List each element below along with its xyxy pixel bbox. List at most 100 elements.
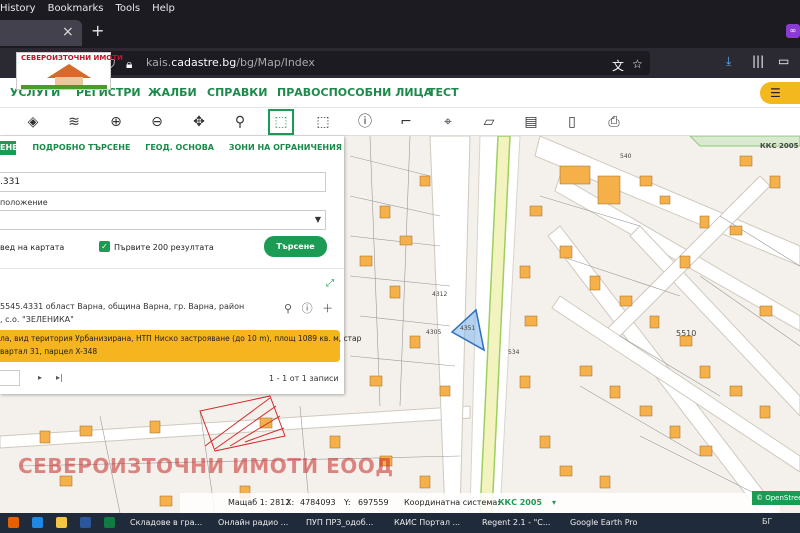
- logo-text: СЕВЕРОИЗТОЧНИ ИМОТИ: [21, 54, 123, 62]
- page-size-select[interactable]: [0, 370, 20, 386]
- folder-icon[interactable]: [56, 517, 67, 528]
- result-details-line-2: вартал 31, парцел X-348: [0, 347, 98, 356]
- zoom-out-icon[interactable]: ⊖: [146, 111, 168, 133]
- edge-icon[interactable]: [32, 517, 43, 528]
- hamburger-menu-button[interactable]: ☰: [760, 82, 800, 104]
- menu-tools[interactable]: Tools: [115, 3, 140, 14]
- map-label-4351: 4351: [460, 325, 475, 332]
- excel-icon[interactable]: [104, 517, 115, 528]
- menu-help[interactable]: Help: [152, 3, 175, 14]
- result-details-row[interactable]: ла, вид територия Урбанизирана, НТП Ниск…: [0, 330, 361, 362]
- map-view-checkbox-label[interactable]: вед на картата: [0, 243, 64, 252]
- map-label-kks: ККС 2005: [760, 142, 799, 150]
- marker-icon[interactable]: ⚲: [229, 111, 251, 133]
- nav-test[interactable]: ТЕСТ: [428, 86, 459, 99]
- search-button[interactable]: Търсене: [264, 236, 327, 257]
- crs-chevron-icon[interactable]: ▾: [552, 498, 556, 507]
- result-details-line-1: ла, вид територия Урбанизирана, НТП Ниск…: [0, 334, 362, 343]
- taskbar-app-3[interactable]: ПУП ПРЗ_одоб...: [306, 515, 373, 531]
- location-select[interactable]: ▼: [0, 210, 326, 230]
- result-line-1: 5545.4331 област Варна, община Варна, гр…: [0, 302, 245, 311]
- records-count: 1 - 1 от 1 записи: [269, 374, 339, 383]
- url-bar[interactable]: ⛉ 🔒︎ kais.cadastre.bg/bg/Map/Index 文 ☆: [100, 51, 650, 75]
- taskbar-app-5[interactable]: Regent 2.1 - "С...: [482, 515, 550, 531]
- result-actions: ⚲ ⓘ ＋: [284, 300, 333, 316]
- last-page-icon[interactable]: ▸|: [56, 373, 63, 382]
- tab-strip: × + ∞: [0, 16, 800, 48]
- deselect-icon[interactable]: ⬚: [312, 111, 334, 133]
- nav-pravosposobni[interactable]: ПРАВОСПОСОБНИ ЛИЦА: [277, 86, 432, 99]
- document-icon[interactable]: ▯: [561, 111, 583, 133]
- zoom-in-icon[interactable]: ⊕: [105, 111, 127, 133]
- tab-close-icon[interactable]: ×: [62, 24, 74, 40]
- result-line-2: , с.о. "ЗЕЛЕНИКА": [0, 315, 74, 324]
- dropdown-arrow-icon: ▼: [314, 215, 321, 224]
- map-label-5510: 5510: [676, 329, 696, 338]
- word-icon[interactable]: [80, 517, 91, 528]
- layers-icon[interactable]: ◈: [22, 111, 44, 133]
- nav-spravki[interactable]: СПРАВКИ: [207, 86, 267, 99]
- logo-grass: [21, 85, 107, 89]
- map-label-534: 534: [508, 349, 520, 356]
- x-value: 4784093: [300, 498, 336, 507]
- add-icon[interactable]: ＋: [322, 302, 333, 315]
- zoom-to-icon[interactable]: ⚲: [284, 302, 292, 315]
- lock-icon[interactable]: 🔒︎: [126, 57, 132, 72]
- hamburger-icon: ☰: [770, 86, 781, 100]
- taskbar-app-4[interactable]: КАИС Портал ...: [394, 515, 460, 531]
- map-label-4312: 4312: [432, 291, 447, 298]
- star-icon[interactable]: ☆: [632, 57, 643, 71]
- new-tab-button[interactable]: +: [91, 21, 104, 40]
- map-label-540: 540: [620, 153, 632, 160]
- crs-label: Координатна система:: [404, 498, 500, 507]
- next-page-icon[interactable]: ▸: [38, 373, 42, 382]
- library-icon[interactable]: |||: [752, 54, 764, 68]
- first-200-label: Първите 200 резултата: [114, 243, 214, 252]
- navigation-bar: ⛉ 🔒︎ kais.cadastre.bg/bg/Map/Index 文 ☆ ⤓…: [0, 48, 800, 78]
- crs-select[interactable]: ККС 2005: [498, 498, 542, 507]
- panel-divider: [0, 268, 344, 269]
- taskbar-app-1[interactable]: Складове в гра...: [130, 515, 202, 531]
- select-rect-icon[interactable]: ⬚: [268, 109, 294, 135]
- extension-icon[interactable]: ∞: [786, 24, 800, 38]
- tab-restriction-zones[interactable]: ЗОНИ НА ОГРАНИЧЕНИЯ: [229, 143, 342, 152]
- tab-search[interactable]: ЕНЕ: [0, 143, 18, 152]
- taskbar-app-6[interactable]: Google Earth Pro: [570, 515, 637, 531]
- stack-icon[interactable]: ≋: [63, 111, 85, 133]
- menu-history[interactable]: History: [0, 3, 36, 14]
- x-label: X:: [286, 498, 295, 507]
- firefox-icon[interactable]: [8, 517, 19, 528]
- menu-bookmarks[interactable]: Bookmarks: [48, 3, 104, 14]
- map-status-bar: Мащаб 1: 2812 X: 4784093 Y: 697559 Коорд…: [180, 493, 780, 513]
- url-text: kais.cadastre.bg/bg/Map/Index: [146, 56, 315, 69]
- y-value: 697559: [358, 498, 389, 507]
- language-indicator[interactable]: БГ: [762, 517, 772, 526]
- info-icon[interactable]: ⓘ: [354, 111, 376, 133]
- expand-icon[interactable]: ⤢: [326, 278, 334, 289]
- tab-geodetic-base[interactable]: ГЕОД. ОСНОВА: [145, 143, 214, 152]
- watermark-text: СЕВЕРОИЗТОЧНИ ИМОТИ ЕООД: [18, 454, 394, 478]
- windows-taskbar: Складове в гра... Онлайн радио ... ПУП П…: [0, 513, 800, 533]
- map-icon[interactable]: ▤: [520, 111, 542, 133]
- print-icon[interactable]: ⎙: [603, 111, 625, 133]
- download-icon[interactable]: ⤓: [726, 54, 731, 69]
- first-200-checkbox[interactable]: ✓: [99, 241, 110, 252]
- logo-roof: [47, 64, 91, 78]
- company-logo: СЕВЕРОИЗТОЧНИ ИМОТИ: [16, 52, 123, 90]
- map-toolbar: ◈ ≋ ⊕ ⊖ ✥ ⚲ ⬚ ⬚ ⓘ ⌐ ⌖ ▱ ▤ ▯ ⎙: [0, 108, 800, 136]
- map-label-4305: 4305: [426, 329, 441, 336]
- sidebar-icon[interactable]: ▭: [778, 54, 789, 68]
- result-info-icon[interactable]: ⓘ: [302, 302, 313, 315]
- map-attribution[interactable]: © OpenStreetMap: [752, 491, 800, 505]
- taskbar-app-2[interactable]: Онлайн радио ...: [218, 515, 288, 531]
- panel-tabs: ЕНЕ ПОДРОБНО ТЪРСЕНЕ ГЕОД. ОСНОВА ЗОНИ Н…: [0, 143, 354, 152]
- polygon-icon[interactable]: ▱: [478, 111, 500, 133]
- pan-icon[interactable]: ✥: [188, 111, 210, 133]
- browser-menu-bar: History Bookmarks Tools Help: [0, 0, 800, 16]
- tab-detailed-search[interactable]: ПОДРОБНО ТЪРСЕНЕ: [32, 143, 130, 152]
- nav-zhalbi[interactable]: ЖАЛБИ: [148, 86, 197, 99]
- translate-icon[interactable]: 文: [612, 57, 624, 74]
- identifier-input[interactable]: .331: [0, 172, 326, 192]
- measure-icon[interactable]: ⌐: [395, 111, 417, 133]
- crosshair-icon[interactable]: ⌖: [437, 111, 459, 133]
